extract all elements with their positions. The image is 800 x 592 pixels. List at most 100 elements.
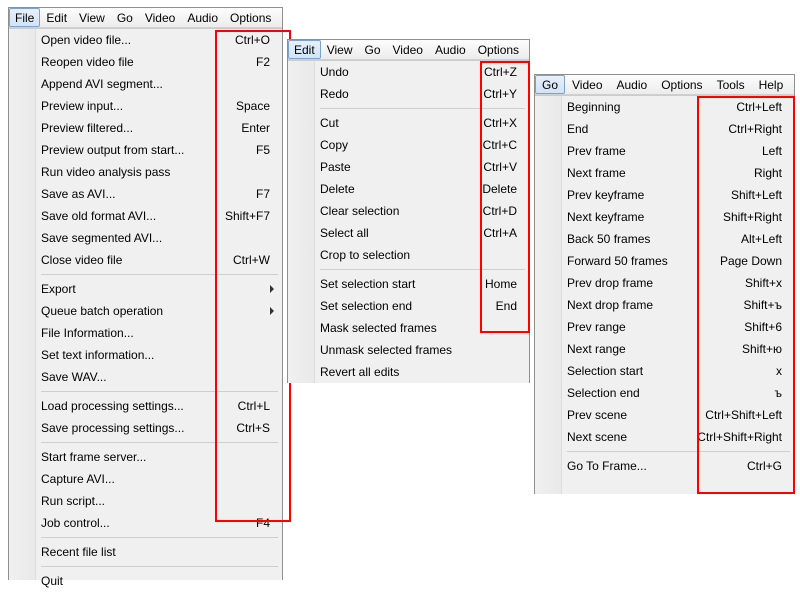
panel1-menubar-item-video[interactable]: Video — [139, 8, 181, 27]
menu-item-load-processing-settings[interactable]: Load processing settings...Ctrl+L — [9, 395, 282, 417]
menu-item-go-to-frame[interactable]: Go To Frame...Ctrl+G — [535, 455, 794, 477]
panel1-menubar-item-options[interactable]: Options — [224, 8, 277, 27]
menu-item-label: Revert all edits — [320, 365, 499, 379]
menu-item-mask-selected-frames[interactable]: Mask selected frames — [288, 317, 529, 339]
menu-item-quit[interactable]: Quit — [9, 570, 282, 592]
menu-item-shortcut: Space — [236, 99, 270, 113]
menu-item-label: Next keyframe — [567, 210, 705, 224]
menu-item-capture-avi[interactable]: Capture AVI... — [9, 468, 282, 490]
menu-item-label: File Information... — [41, 326, 252, 340]
menu-item-queue-batch-operation[interactable]: Queue batch operation — [9, 300, 282, 322]
panel3-menubar-item-help[interactable]: Help — [752, 75, 791, 94]
menu-item-back-50-frames[interactable]: Back 50 framesAlt+Left — [535, 228, 794, 250]
menu-item-forward-50-frames[interactable]: Forward 50 framesPage Down — [535, 250, 794, 272]
menu-item-undo[interactable]: UndoCtrl+Z — [288, 61, 529, 83]
menu-item-next-drop-frame[interactable]: Next drop frameShift+ъ — [535, 294, 794, 316]
panel2-menubar-item-edit[interactable]: Edit — [288, 40, 321, 59]
menubar-label: Edit — [46, 11, 67, 25]
menu-item-label: Save segmented AVI... — [41, 231, 252, 245]
menu-item-next-range[interactable]: Next rangeShift+ю — [535, 338, 794, 360]
menu-item-prev-frame[interactable]: Prev frameLeft — [535, 140, 794, 162]
menu-item-save-wav[interactable]: Save WAV... — [9, 366, 282, 388]
menu-item-label: Job control... — [41, 516, 238, 530]
menubar-label: View — [327, 43, 353, 57]
menu-item-shortcut: Ctrl+L — [238, 399, 270, 413]
menu-item-label: Selection start — [567, 364, 758, 378]
menu-item-prev-keyframe[interactable]: Prev keyframeShift+Left — [535, 184, 794, 206]
menu-item-end[interactable]: EndCtrl+Right — [535, 118, 794, 140]
menu-item-preview-output-from-start[interactable]: Preview output from start...F5 — [9, 139, 282, 161]
menu-item-prev-drop-frame[interactable]: Prev drop frameShift+х — [535, 272, 794, 294]
menu-item-crop-to-selection[interactable]: Crop to selection — [288, 244, 529, 266]
menu-item-save-as-avi[interactable]: Save as AVI...F7 — [9, 183, 282, 205]
menu-item-set-selection-end[interactable]: Set selection endEnd — [288, 295, 529, 317]
menu-item-selection-end[interactable]: Selection endъ — [535, 382, 794, 404]
panel2-menubar-item-video[interactable]: Video — [387, 40, 429, 59]
panel1-menubar-item-edit[interactable]: Edit — [40, 8, 73, 27]
menu-item-revert-all-edits[interactable]: Revert all edits — [288, 361, 529, 383]
menubar-label: Go — [364, 43, 380, 57]
panel3-menubar-item-audio[interactable]: Audio — [610, 75, 655, 94]
panel3-menubar-item-video[interactable]: Video — [565, 75, 609, 94]
menu-item-prev-scene[interactable]: Prev sceneCtrl+Shift+Left — [535, 404, 794, 426]
menu-item-selection-start[interactable]: Selection startх — [535, 360, 794, 382]
menu-item-save-old-format-avi[interactable]: Save old format AVI...Shift+F7 — [9, 205, 282, 227]
menu-item-label: Save WAV... — [41, 370, 252, 384]
panel2-menubar-item-view[interactable]: View — [321, 40, 359, 59]
panel1-menubar-item-file[interactable]: File — [9, 8, 40, 27]
panel2-menubar-item-go[interactable]: Go — [358, 40, 386, 59]
menu-item-clear-selection[interactable]: Clear selectionCtrl+D — [288, 200, 529, 222]
menu-item-unmask-selected-frames[interactable]: Unmask selected frames — [288, 339, 529, 361]
menu-item-prev-range[interactable]: Prev rangeShift+6 — [535, 316, 794, 338]
menu-item-job-control[interactable]: Job control...F4 — [9, 512, 282, 534]
panel1-menubar-item-view[interactable]: View — [73, 8, 111, 27]
menu-item-shortcut: Enter — [241, 121, 270, 135]
panel3-menubar-item-go[interactable]: Go — [535, 75, 565, 94]
menu-item-redo[interactable]: RedoCtrl+Y — [288, 83, 529, 105]
menu-item-shortcut: Alt+Left — [741, 232, 782, 246]
menu-item-shortcut: Shift+Left — [731, 188, 782, 202]
menu-item-label: Unmask selected frames — [320, 343, 499, 357]
menu-item-shortcut: F2 — [256, 55, 270, 69]
panel3-menubar-item-options[interactable]: Options — [654, 75, 709, 94]
menu-item-label: Delete — [320, 182, 464, 196]
panel2-menubar-item-options[interactable]: Options — [472, 40, 525, 59]
menu-item-cut[interactable]: CutCtrl+X — [288, 112, 529, 134]
panel3: GoVideoAudioOptionsToolsHelp BeginningCtr… — [534, 74, 795, 494]
panel1-menubar-item-go[interactable]: Go — [111, 8, 139, 27]
menu-item-run-script[interactable]: Run script... — [9, 490, 282, 512]
panel1-menubar-item-audio[interactable]: Audio — [181, 8, 224, 27]
menu-item-preview-input[interactable]: Preview input...Space — [9, 95, 282, 117]
submenu-arrow-icon — [270, 285, 274, 293]
menu-item-label: Capture AVI... — [41, 472, 252, 486]
menu-item-copy[interactable]: CopyCtrl+C — [288, 134, 529, 156]
menu-item-start-frame-server[interactable]: Start frame server... — [9, 446, 282, 468]
panel3-menubar-item-tools[interactable]: Tools — [710, 75, 752, 94]
panel2-menubar-item-audio[interactable]: Audio — [429, 40, 472, 59]
menu-item-next-scene[interactable]: Next sceneCtrl+Shift+Right — [535, 426, 794, 448]
menu-item-paste[interactable]: PasteCtrl+V — [288, 156, 529, 178]
menu-item-save-processing-settings[interactable]: Save processing settings...Ctrl+S — [9, 417, 282, 439]
menu-item-file-information[interactable]: File Information... — [9, 322, 282, 344]
menu-item-shortcut: Shift+Right — [723, 210, 782, 224]
menu-item-open-video-file[interactable]: Open video file...Ctrl+O — [9, 29, 282, 51]
menu-item-next-frame[interactable]: Next frameRight — [535, 162, 794, 184]
menu-item-label: Next scene — [567, 430, 679, 444]
menu-item-append-avi-segment[interactable]: Append AVI segment... — [9, 73, 282, 95]
menu-item-beginning[interactable]: BeginningCtrl+Left — [535, 96, 794, 118]
menu-item-recent-file-list[interactable]: Recent file list — [9, 541, 282, 563]
menu-item-save-segmented-avi[interactable]: Save segmented AVI... — [9, 227, 282, 249]
menu-item-set-selection-start[interactable]: Set selection startHome — [288, 273, 529, 295]
menu-item-label: Set text information... — [41, 348, 252, 362]
menu-item-export[interactable]: Export — [9, 278, 282, 300]
menu-item-delete[interactable]: DeleteDelete — [288, 178, 529, 200]
panel1-menubar: File Edit ViewGoVideoAudioOptions — [9, 8, 282, 28]
menu-item-reopen-video-file[interactable]: Reopen video fileF2 — [9, 51, 282, 73]
menu-divider — [41, 566, 278, 567]
menu-item-next-keyframe[interactable]: Next keyframe Shift+Right — [535, 206, 794, 228]
menu-item-close-video-file[interactable]: Close video fileCtrl+W — [9, 249, 282, 271]
menu-item-select-all[interactable]: Select allCtrl+A — [288, 222, 529, 244]
menu-item-preview-filtered[interactable]: Preview filtered...Enter — [9, 117, 282, 139]
menu-item-run-video-analysis-pass[interactable]: Run video analysis pass — [9, 161, 282, 183]
menu-item-set-text-information[interactable]: Set text information... — [9, 344, 282, 366]
